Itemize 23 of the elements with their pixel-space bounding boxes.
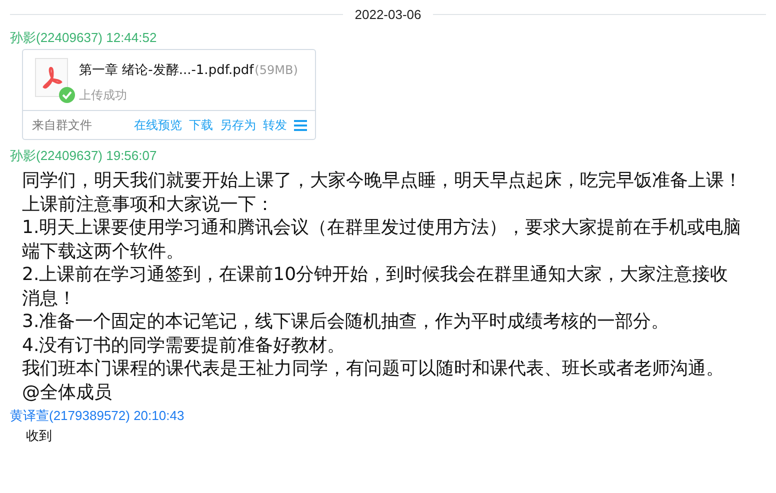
action-link[interactable]: 另存为 bbox=[220, 116, 256, 134]
upload-status: 上传成功 bbox=[79, 87, 128, 104]
pdf-icon bbox=[40, 64, 62, 90]
sender-info: 孙影(22409637) 12:44:52 bbox=[10, 29, 158, 47]
message-text: 同学们，明天我们就要开始上课了，大家今晚早点睡，明天早点起床，吃完早饭准备上课！ bbox=[22, 169, 743, 192]
message-text: @全体成员 bbox=[22, 380, 113, 404]
message-text: 上课前注意事项和大家说一下： bbox=[22, 192, 275, 216]
message-text: 2.上课前在学习通签到，在课前10分钟开始，到时候我会在群里通知大家，大家注意接收消息！ bbox=[22, 263, 730, 310]
message-text: 1.明天上课要使用学习通和腾讯会议（在群里发过使用方法），要求大家提前在手机或电脑端下载这两个软件。 bbox=[22, 216, 742, 263]
message-text: 收到 bbox=[26, 428, 53, 446]
message-text: 我们班本门课程的课代表是王祉力同学，有问题可以随时和课代表、班长或者老师沟通。 bbox=[22, 357, 725, 380]
action-link[interactable]: 转发 bbox=[263, 116, 287, 134]
action-link[interactable]: 下载 bbox=[189, 116, 213, 134]
sender-info: 孙影(22409637) 19:56:07 bbox=[10, 147, 158, 165]
menu-icon[interactable] bbox=[294, 120, 307, 130]
action-link[interactable]: 在线预览 bbox=[134, 116, 182, 134]
sender-info: 黄译萱(2179389572) 20:10:43 bbox=[10, 407, 186, 425]
file-size: (59MB) bbox=[254, 63, 298, 77]
file-source: 来自群文件 bbox=[32, 116, 92, 134]
file-name: 第一章 绪论-发酵...-1.pdf.pdf bbox=[79, 63, 254, 78]
date-divider: 2022-03-06 bbox=[354, 6, 422, 22]
message-text: 4.没有订书的同学需要提前准备好教材。 bbox=[22, 334, 346, 357]
message-text: 3.准备一个固定的本记笔记，线下课后会随机抽查，作为平时成绩考核的一部分。 bbox=[22, 310, 670, 334]
